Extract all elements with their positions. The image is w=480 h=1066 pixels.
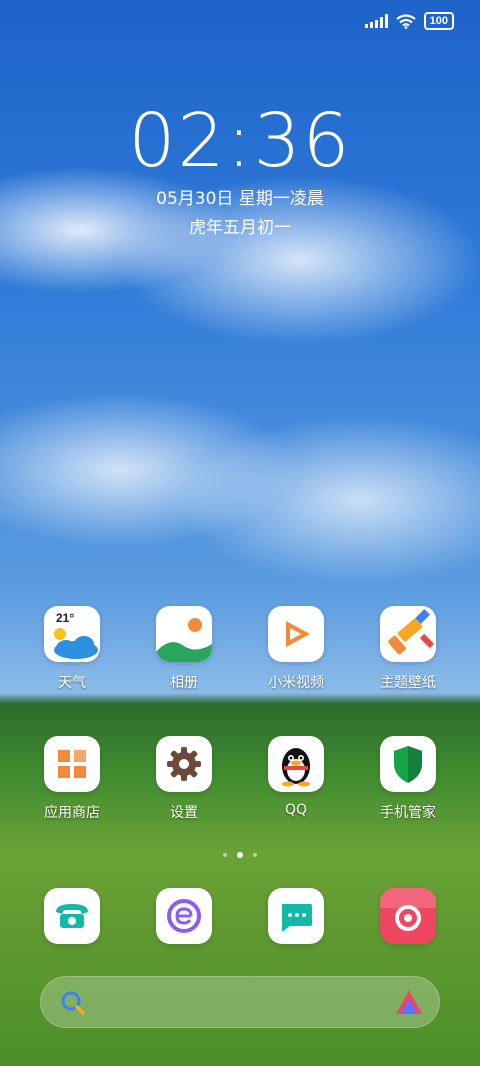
video-icon [268, 606, 324, 662]
status-bar: 100 [364, 12, 454, 30]
app-video[interactable]: 小米视频 [246, 606, 346, 692]
app-label: QQ [284, 802, 308, 818]
app-gallery[interactable]: 相册 [134, 606, 234, 692]
dock-camera[interactable] [358, 888, 458, 944]
app-store-icon [44, 736, 100, 792]
app-row-2: 应用商店 设置 QQ 手机管家 [0, 736, 480, 822]
lunar-date: 虎年五月初一 [189, 218, 291, 238]
gallery-icon [156, 606, 212, 662]
app-label: 设置 [170, 805, 198, 821]
app-label: 应用商店 [44, 805, 100, 821]
dock [0, 888, 480, 944]
app-label: 相册 [170, 675, 198, 691]
browser-icon [156, 888, 212, 944]
camera-icon [380, 888, 436, 944]
page-indicator[interactable] [0, 852, 480, 858]
dock-phone[interactable] [22, 888, 122, 944]
settings-gear-icon [156, 736, 212, 792]
app-app-store[interactable]: 应用商店 [22, 736, 122, 822]
search-bar[interactable] [40, 976, 440, 1028]
app-weather[interactable]: 21° 天气 [22, 606, 122, 692]
security-shield-icon [380, 736, 436, 792]
app-security[interactable]: 手机管家 [358, 736, 458, 822]
search-icon [61, 991, 85, 1015]
battery-indicator: 100 [423, 12, 454, 30]
app-qq[interactable]: QQ [246, 736, 346, 822]
clock-time[interactable]: 02:36 [0, 98, 480, 184]
assistant-icon[interactable] [394, 988, 424, 1016]
app-label: 小米视频 [268, 675, 324, 691]
qq-penguin-icon [268, 736, 324, 792]
wifi-icon [395, 13, 416, 29]
themes-icon [380, 606, 436, 662]
app-settings[interactable]: 设置 [134, 736, 234, 822]
dock-browser[interactable] [134, 888, 234, 944]
app-themes[interactable]: 主题壁纸 [358, 606, 458, 692]
weather-icon: 21° [44, 606, 100, 662]
weather-temp: 21° [56, 611, 75, 625]
app-row-1: 21° 天气 相册 小米视频 主题壁纸 [0, 606, 480, 692]
dock-messages[interactable] [246, 888, 346, 944]
signal-icon [364, 14, 388, 28]
page-dot-current[interactable] [237, 852, 243, 858]
clock-date: 05月30日 星期一凌晨 [156, 189, 324, 209]
app-label: 手机管家 [380, 805, 436, 821]
app-label: 天气 [58, 675, 86, 691]
page-dot[interactable] [253, 853, 257, 857]
app-label: 主题壁纸 [380, 675, 436, 691]
page-dot[interactable] [223, 853, 227, 857]
phone-icon [44, 888, 100, 944]
messages-icon [268, 888, 324, 944]
